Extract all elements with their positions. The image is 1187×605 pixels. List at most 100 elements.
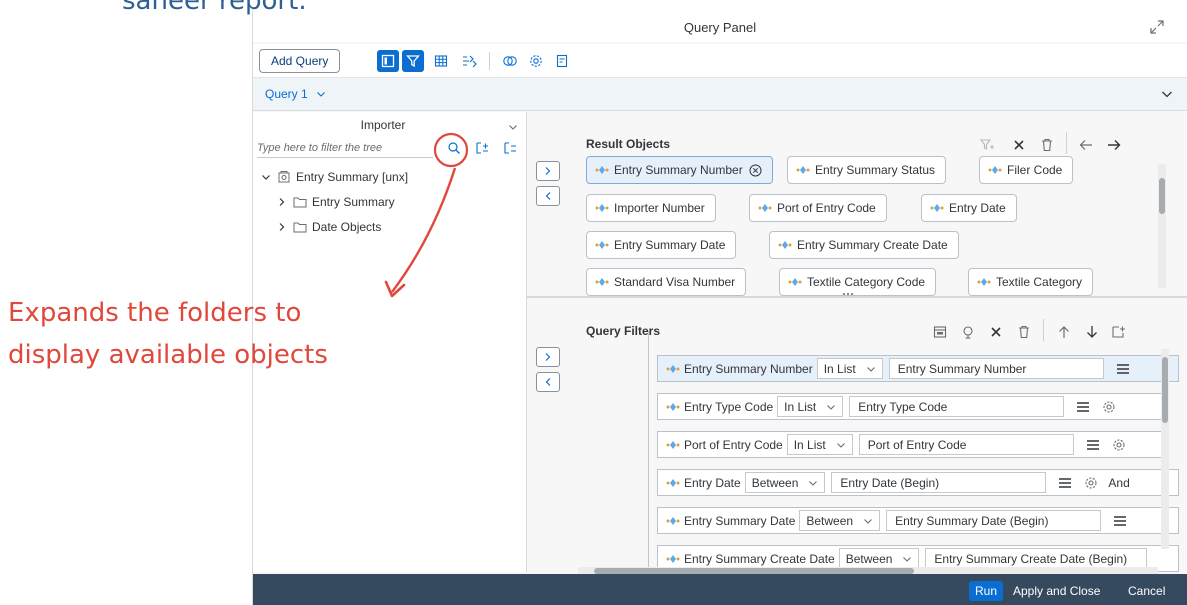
collapse-all-icon[interactable] — [502, 140, 518, 156]
operand-field[interactable]: Entry Type Code — [849, 396, 1065, 417]
add-to-results-button[interactable] — [536, 161, 560, 181]
expand-all-icon[interactable] — [474, 140, 490, 156]
arrow-left-icon[interactable] — [1077, 136, 1095, 154]
result-scrollbar[interactable] — [1158, 164, 1166, 288]
menu-icon[interactable] — [1056, 474, 1074, 492]
filter-object-name: Port of Entry Code — [684, 437, 783, 452]
chevron-down-icon — [826, 403, 836, 411]
operand-field[interactable]: Entry Date (Begin) — [831, 472, 1047, 493]
settings-icon[interactable] — [1110, 436, 1128, 454]
filter-row[interactable]: Port of Entry Code In List Port of Entry… — [657, 431, 1163, 458]
filter-row[interactable]: Entry Summary Number In List Entry Summa… — [657, 355, 1179, 382]
sql-icon[interactable] — [551, 50, 573, 72]
operator-value: Between — [751, 475, 799, 490]
settings-icon[interactable] — [1082, 474, 1100, 492]
result-chip[interactable]: Importer Number — [586, 194, 716, 222]
dimension-icon — [788, 277, 802, 287]
operator-select[interactable]: Between — [799, 510, 881, 531]
result-chip[interactable]: Entry Summary Number — [586, 156, 773, 184]
result-chip[interactable]: Textile Category — [968, 268, 1094, 296]
scrollbar-thumb[interactable] — [1162, 357, 1168, 423]
operator-select[interactable]: In List — [786, 434, 853, 455]
dimension-icon — [666, 402, 680, 412]
result-chip[interactable]: Standard Visa Number — [586, 268, 747, 296]
collapse-chevron-icon[interactable] — [1161, 88, 1173, 102]
add-filter-icon[interactable] — [978, 136, 996, 154]
data-preview-icon[interactable] — [458, 50, 480, 72]
operator-value: Between — [845, 551, 893, 566]
filter-row[interactable]: Entry Date Between Entry Date (Begin) An… — [657, 469, 1179, 496]
result-objects-title: Result Objects — [586, 137, 671, 151]
remove-from-filters-button[interactable] — [536, 372, 560, 392]
result-chip[interactable]: Filer Code — [979, 156, 1074, 184]
remove-from-results-button[interactable] — [536, 186, 560, 206]
operand-field[interactable]: Entry Summary Date (Begin) — [886, 510, 1102, 531]
tree-folder[interactable]: Date Objects — [259, 214, 408, 239]
tree-filter-input[interactable] — [257, 138, 433, 158]
add-query-button[interactable]: Add Query — [259, 49, 341, 73]
result-chip[interactable]: Entry Summary Status — [787, 156, 947, 184]
dimension-icon — [595, 240, 609, 250]
operator-select[interactable]: In List — [816, 358, 883, 379]
callout-line: Expands the folders to — [8, 298, 302, 328]
cancel-button[interactable]: Cancel — [1128, 584, 1165, 598]
chip-label: Entry Summary Create Date — [797, 238, 948, 252]
result-chip[interactable]: Textile Category Code — [779, 268, 937, 296]
operand-value: Entry Summary Create Date (Begin) — [934, 551, 1128, 566]
search-icon[interactable] — [446, 140, 462, 156]
menu-icon[interactable] — [1114, 360, 1132, 378]
operator-select[interactable]: In List — [777, 396, 844, 417]
tab-query-1[interactable]: Query 1 — [265, 87, 326, 101]
tree-root[interactable]: Entry Summary [unx] — [259, 164, 408, 189]
settings-icon[interactable] — [525, 50, 547, 72]
universe-selector[interactable]: Importer — [253, 118, 513, 132]
chevron-right-icon[interactable] — [275, 222, 289, 232]
add-to-filters-button[interactable] — [536, 347, 560, 367]
operand-field[interactable]: Entry Summary Number — [888, 358, 1104, 379]
menu-icon[interactable] — [1084, 436, 1102, 454]
apply-close-button[interactable]: Apply and Close — [1013, 584, 1100, 598]
table-icon[interactable] — [430, 50, 452, 72]
callout-text: Expands the folders to display available… — [8, 292, 418, 376]
filter-group: Entry Summary Number In List Entry Summa… — [648, 331, 1179, 572]
operator-select[interactable]: Between — [744, 472, 826, 493]
run-button[interactable]: Run — [969, 581, 1004, 601]
filter-object-name: Entry Summary Number — [684, 361, 813, 376]
chevron-down-icon[interactable] — [259, 173, 273, 181]
folder-icon — [293, 221, 307, 233]
chip-label: Entry Summary Date — [614, 238, 726, 252]
chevron-down-icon[interactable] — [508, 120, 518, 134]
result-chip[interactable]: Entry Summary Date — [586, 231, 737, 259]
settings-icon[interactable] — [1100, 398, 1118, 416]
operand-field[interactable]: Entry Summary Create Date (Begin) — [925, 548, 1148, 569]
scrollbar-thumb[interactable] — [1159, 178, 1165, 214]
filter-row[interactable]: Entry Type Code In List Entry Type Code — [657, 393, 1163, 420]
delete-icon[interactable] — [1038, 136, 1056, 154]
operator-select[interactable]: Between — [838, 548, 920, 569]
operand-field[interactable]: Port of Entry Code — [858, 434, 1074, 455]
tree-folder[interactable]: Entry Summary — [259, 189, 408, 214]
menu-icon[interactable] — [1111, 512, 1129, 530]
expand-icon[interactable] — [1149, 19, 1165, 35]
remove-circle-icon[interactable] — [749, 164, 762, 177]
panel-toggle-icon[interactable] — [377, 50, 399, 72]
combined-query-icon[interactable] — [499, 50, 521, 72]
arrow-right-icon[interactable] — [1105, 136, 1123, 154]
dimension-icon — [666, 554, 680, 564]
operand-value: Entry Type Code — [858, 399, 948, 414]
resize-grip[interactable] — [843, 293, 853, 295]
filter-row[interactable]: Entry Summary Date Between Entry Summary… — [657, 507, 1179, 534]
dimension-icon — [977, 277, 991, 287]
filter-object-name: Entry Date — [684, 475, 741, 490]
result-chip[interactable]: Port of Entry Code — [749, 194, 887, 222]
operator-value: Between — [806, 513, 854, 528]
filter-icon[interactable] — [402, 50, 424, 72]
result-chip[interactable]: Entry Date — [921, 194, 1017, 222]
menu-icon[interactable] — [1074, 398, 1092, 416]
close-icon[interactable] — [1010, 136, 1028, 154]
panel-divider[interactable] — [527, 296, 1187, 298]
folder-label: Date Objects — [312, 219, 382, 234]
result-chip[interactable]: Entry Summary Create Date — [769, 231, 959, 259]
filters-scrollbar[interactable] — [1161, 349, 1169, 549]
chevron-right-icon[interactable] — [275, 197, 289, 207]
